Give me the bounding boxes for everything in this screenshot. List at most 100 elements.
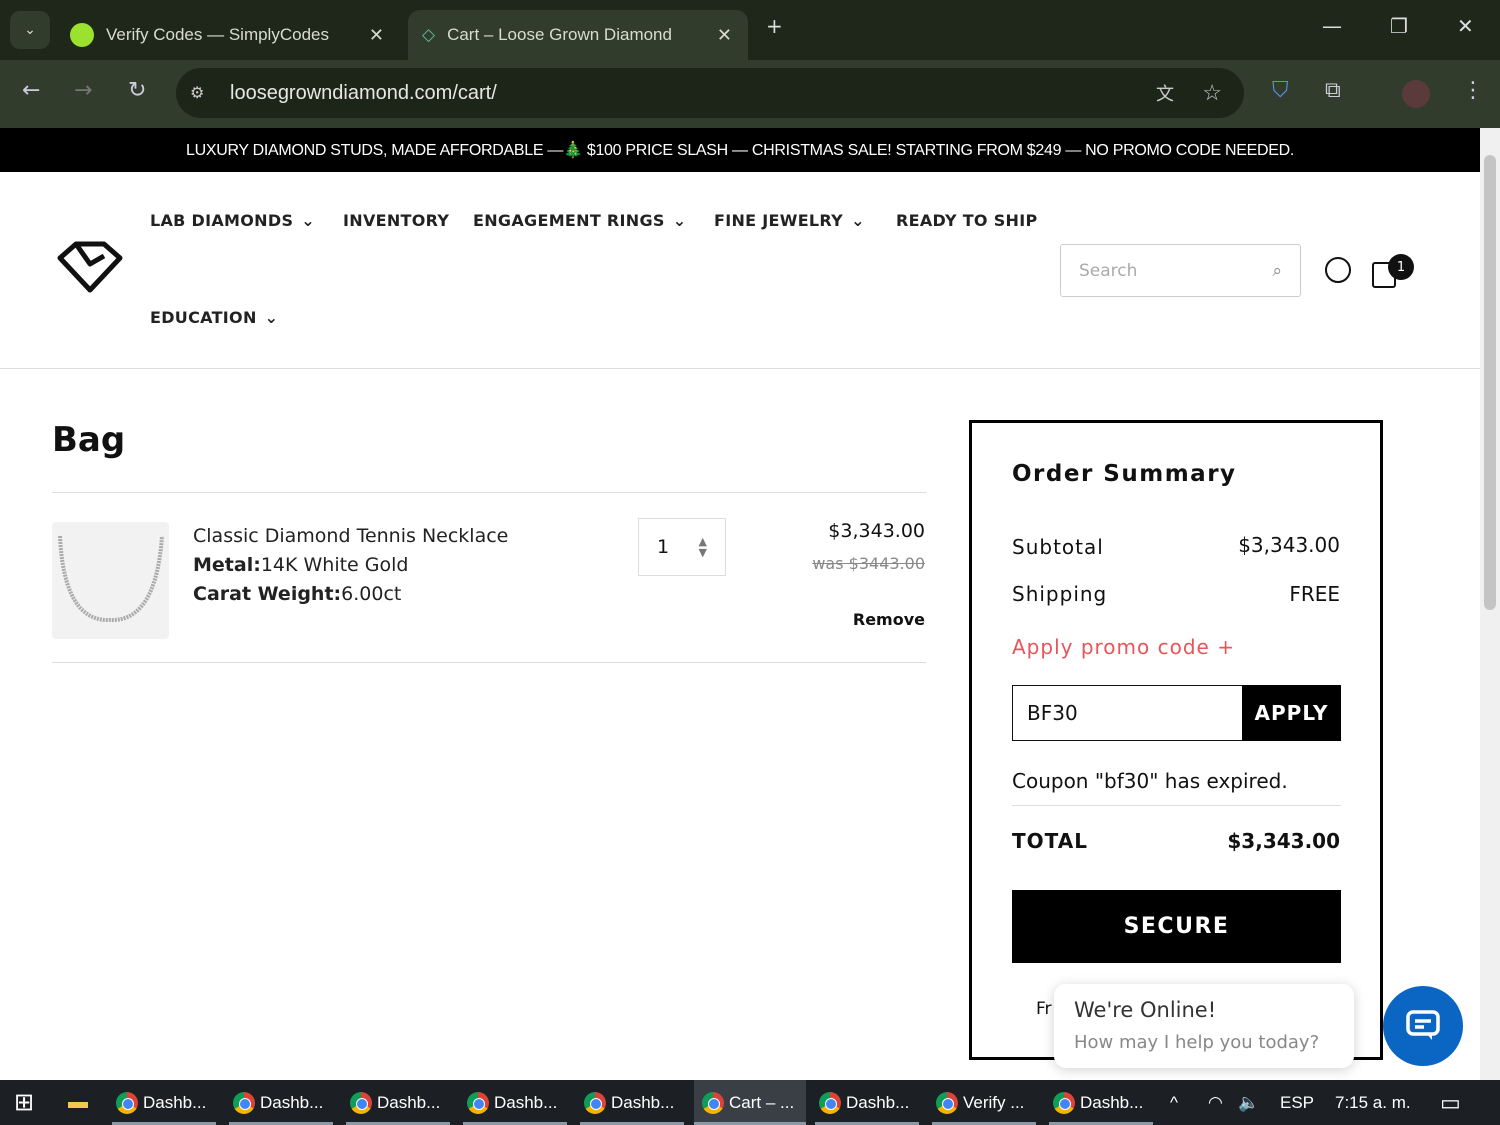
volume-icon[interactable]: 🔈 [1238, 1080, 1259, 1125]
tab-cart[interactable]: ◇ Cart – Loose Grown Diamond ✕ [408, 10, 748, 60]
divider [1012, 805, 1341, 806]
carat-value: 6.00ct [341, 583, 402, 605]
carat-label: Carat Weight: [193, 583, 342, 605]
nav-inventory[interactable]: INVENTORY [343, 211, 449, 230]
chrome-icon [936, 1091, 958, 1114]
metal-label: Metal: [193, 554, 261, 576]
apply-button[interactable]: APPLY [1242, 685, 1341, 741]
chevron-down-icon: ⌄ [851, 211, 865, 230]
url-text: loosegrowndiamond.com/cart/ [230, 81, 497, 104]
shipping-value: FREE [1289, 582, 1340, 606]
nav-lab-diamonds[interactable]: LAB DIAMONDS ⌄ [150, 211, 315, 230]
chat-popup[interactable]: We're Online! How may I help you today? [1054, 984, 1354, 1068]
taskbar-item[interactable]: Dashb... [1049, 1080, 1153, 1125]
shipping-label: Shipping [1012, 582, 1108, 606]
tab-title: Verify Codes — SimplyCodes [106, 25, 329, 44]
tab-search-button[interactable]: ⌄ [10, 11, 50, 49]
total-label: TOTAL [1012, 829, 1088, 853]
scrollbar-thumb[interactable] [1484, 155, 1496, 610]
chevron-down-icon: ⌄ [301, 211, 315, 230]
chrome-icon [702, 1091, 724, 1114]
nav-education[interactable]: EDUCATION ⌄ [150, 308, 278, 327]
chrome-icon [116, 1091, 138, 1114]
taskbar: ⊞ ▬ Dashb... Dashb... Dashb... Dashb... … [0, 1080, 1500, 1125]
cart-count-badge: 1 [1388, 254, 1414, 280]
metal-value: 14K White Gold [260, 554, 409, 576]
address-bar[interactable]: ⚙ loosegrowndiamond.com/cart/ ⽂ ☆ [176, 68, 1244, 118]
was-price: was $3443.00 [812, 554, 925, 573]
taskbar-item[interactable]: Dashb... [580, 1080, 684, 1125]
chrome-icon [1053, 1091, 1075, 1114]
tab-title: Cart – Loose Grown Diamond [447, 25, 672, 44]
chrome-icon [584, 1091, 606, 1114]
promo-banner: LUXURY DIAMOND STUDS, MADE AFFORDABLE —🎄… [0, 128, 1480, 172]
clock[interactable]: 7:15 a. m. [1335, 1080, 1411, 1125]
back-icon[interactable]: ← [22, 78, 40, 103]
site-settings-icon[interactable]: ⚙ [190, 83, 204, 103]
search-icon: ⌕ [1272, 260, 1282, 281]
nav-fine-jewelry[interactable]: FINE JEWELRY ⌄ [714, 211, 865, 230]
promo-code-input[interactable]: BF30 [1012, 685, 1243, 741]
coupon-message: Coupon "bf30" has expired. [1012, 769, 1288, 793]
divider [52, 492, 926, 493]
taskbar-item[interactable]: Dashb... [229, 1080, 333, 1125]
chrome-icon [467, 1091, 489, 1114]
notifications-icon[interactable]: ▭ [1440, 1080, 1461, 1125]
site-logo[interactable] [56, 240, 124, 294]
subtotal-label: Subtotal [1012, 535, 1104, 559]
item-price: $3,343.00 [828, 520, 925, 542]
restore-icon[interactable]: ❐ [1390, 14, 1408, 38]
chrome-icon [350, 1091, 372, 1114]
new-tab-icon[interactable]: + [766, 14, 783, 38]
tray-chevron-icon[interactable]: ^ [1170, 1080, 1178, 1125]
minimize-icon[interactable]: — [1322, 14, 1342, 38]
diamond-favicon-icon: ◇ [422, 25, 436, 44]
extensions-icon[interactable]: ⧉ [1325, 78, 1341, 103]
language-indicator[interactable]: ESP [1280, 1080, 1314, 1125]
summary-title: Order Summary [1012, 461, 1237, 487]
order-summary: Order Summary Subtotal $3,343.00 Shippin… [969, 420, 1383, 1060]
taskbar-item[interactable]: Dashb... [815, 1080, 919, 1125]
wifi-icon[interactable]: ◠ [1208, 1080, 1223, 1125]
tab-verify-codes[interactable]: Verify Codes — SimplyCodes ✕ [60, 10, 400, 60]
stepper-arrows-icon[interactable]: ▲ ▼ [699, 536, 707, 558]
product-name[interactable]: Classic Diamond Tennis Necklace [193, 522, 508, 551]
chrome-icon [233, 1091, 255, 1114]
chevron-down-icon: ⌄ [264, 308, 279, 327]
apply-promo-link[interactable]: Apply promo code + [1012, 635, 1235, 659]
profile-avatar[interactable] [1402, 80, 1430, 108]
reload-icon[interactable]: ↻ [128, 78, 146, 103]
header-divider [0, 368, 1480, 369]
file-explorer-icon[interactable]: ▬ [68, 1080, 88, 1125]
search-input[interactable]: Search ⌕ [1060, 244, 1301, 297]
forward-icon[interactable]: → [74, 78, 92, 103]
windows-start-icon[interactable]: ⊞ [14, 1080, 34, 1125]
divider [52, 662, 926, 663]
page-title: Bag [52, 420, 126, 460]
product-image[interactable] [52, 522, 169, 639]
secure-checkout-button[interactable]: SECURE [1012, 890, 1341, 963]
taskbar-item[interactable]: Dashb... [112, 1080, 216, 1125]
account-icon[interactable] [1325, 257, 1351, 283]
menu-icon[interactable]: ⋮ [1462, 78, 1484, 103]
close-window-icon[interactable]: ✕ [1457, 14, 1474, 38]
taskbar-item-active[interactable]: Cart – ... [694, 1080, 806, 1125]
extension-shield-icon[interactable]: ⛉ [1272, 78, 1289, 103]
bookmark-star-icon[interactable]: ☆ [1202, 80, 1222, 106]
quantity-stepper[interactable]: 1 ▲ ▼ [638, 518, 726, 576]
taskbar-item[interactable]: Dashb... [346, 1080, 450, 1125]
translate-icon[interactable]: ⽂ [1156, 80, 1174, 106]
chat-button[interactable] [1383, 986, 1463, 1066]
close-tab-icon[interactable]: ✕ [369, 25, 384, 46]
remove-button[interactable]: Remove [853, 610, 925, 629]
total-value: $3,343.00 [1227, 829, 1340, 853]
chrome-icon [819, 1091, 841, 1114]
taskbar-item[interactable]: Dashb... [463, 1080, 567, 1125]
close-tab-icon[interactable]: ✕ [717, 25, 732, 46]
chat-icon [1406, 1010, 1440, 1040]
nav-engagement-rings[interactable]: ENGAGEMENT RINGS ⌄ [473, 211, 686, 230]
chat-title: We're Online! [1074, 998, 1217, 1022]
subtotal-value: $3,343.00 [1238, 533, 1340, 557]
taskbar-item[interactable]: Verify ... [932, 1080, 1036, 1125]
nav-ready-to-ship[interactable]: READY TO SHIP [896, 211, 1038, 230]
